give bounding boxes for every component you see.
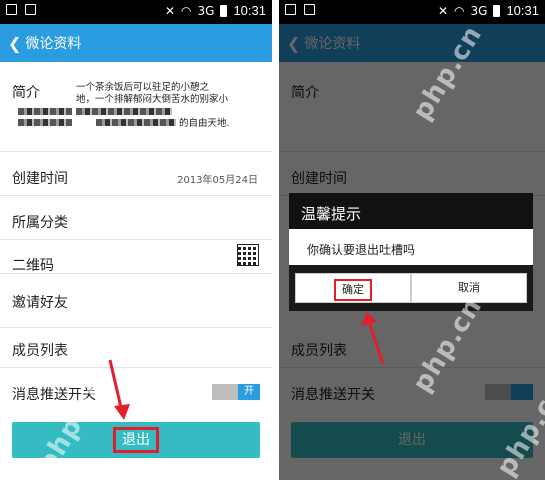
category-row[interactable]: 所属分类 bbox=[0, 202, 272, 240]
redacted-text bbox=[96, 119, 176, 126]
highlight-box: 确定 bbox=[334, 279, 372, 301]
mute-icon: ✕ bbox=[437, 4, 449, 18]
dialog-button-bar: 确定 取消 bbox=[289, 265, 533, 311]
wifi-icon: ◠ bbox=[181, 4, 192, 18]
back-icon[interactable]: ❮ bbox=[8, 34, 21, 53]
qrcode-label: 二维码 bbox=[12, 258, 54, 274]
qrcode-row[interactable]: 二维码 bbox=[0, 240, 272, 274]
push-toggle[interactable]: 开 bbox=[212, 384, 260, 400]
status-bar: ✕ ◠ 3G 10:31 bbox=[0, 0, 272, 24]
image-icon bbox=[304, 4, 315, 15]
dialog-message: 你确认要退出吐槽吗 bbox=[307, 243, 416, 257]
mute-icon: ✕ bbox=[164, 4, 176, 18]
clock: 10:31 bbox=[233, 3, 266, 18]
screenshot-icon bbox=[285, 4, 296, 15]
intro-row: 简介 一个茶余饭后可以驻足的小憩之 地，一个排解郁闷大倒苦水的别家小 的自由天地… bbox=[0, 62, 272, 152]
redacted-text bbox=[76, 108, 172, 115]
redacted-text bbox=[18, 119, 72, 126]
image-icon bbox=[25, 4, 36, 15]
intro-label: 简介 bbox=[12, 85, 40, 101]
intro-line: 一个茶余饭后可以驻足的小憩之 bbox=[76, 82, 210, 93]
dialog-title: 温馨提示 bbox=[301, 205, 362, 223]
invite-row[interactable]: 邀请好友 bbox=[0, 294, 272, 328]
phone-screen-right: ✕ ◠ 3G 10:31 ❮ 微论资料 简介 创建时间 成员列表 消息推送开关 … bbox=[279, 0, 545, 480]
invite-label: 邀请好友 bbox=[12, 295, 68, 311]
screenshot-icon bbox=[6, 4, 17, 15]
created-time-row: 创建时间 2013年05月24日 bbox=[0, 158, 272, 196]
red-arrow-icon bbox=[361, 312, 385, 365]
qrcode-icon bbox=[237, 244, 259, 266]
confirm-dialog: 温馨提示 你确认要退出吐槽吗 确定 取消 bbox=[289, 193, 533, 311]
push-toggle-knob: 开 bbox=[238, 384, 260, 400]
created-label: 创建时间 bbox=[12, 171, 68, 187]
signal-icon: 3G bbox=[470, 4, 488, 18]
battery-icon bbox=[220, 5, 228, 17]
members-label: 成员列表 bbox=[12, 343, 68, 359]
intro-line: 地，一个排解郁闷大倒苦水的别家小 bbox=[76, 94, 229, 105]
page-title: 微论资料 bbox=[25, 36, 82, 52]
created-value: 2013年05月24日 bbox=[177, 175, 258, 186]
status-bar: ✕ ◠ 3G 10:31 bbox=[279, 0, 545, 24]
confirm-label: 确定 bbox=[342, 283, 364, 296]
cancel-label: 取消 bbox=[458, 281, 480, 294]
logout-label: 退出 bbox=[122, 432, 150, 448]
signal-icon: 3G bbox=[197, 4, 215, 18]
battery-icon bbox=[493, 5, 501, 17]
category-label: 所属分类 bbox=[12, 215, 68, 231]
confirm-button[interactable]: 确定 bbox=[295, 273, 411, 303]
app-header: ❮ 微论资料 bbox=[0, 24, 272, 62]
redacted-text bbox=[18, 108, 72, 115]
highlight-box: 退出 bbox=[113, 427, 159, 453]
phone-screen-left: ✕ ◠ 3G 10:31 ❮ 微论资料 简介 一个茶余饭后可以驻足的小憩之 地，… bbox=[0, 0, 272, 480]
clock: 10:31 bbox=[506, 3, 539, 18]
wifi-icon: ◠ bbox=[454, 4, 465, 18]
